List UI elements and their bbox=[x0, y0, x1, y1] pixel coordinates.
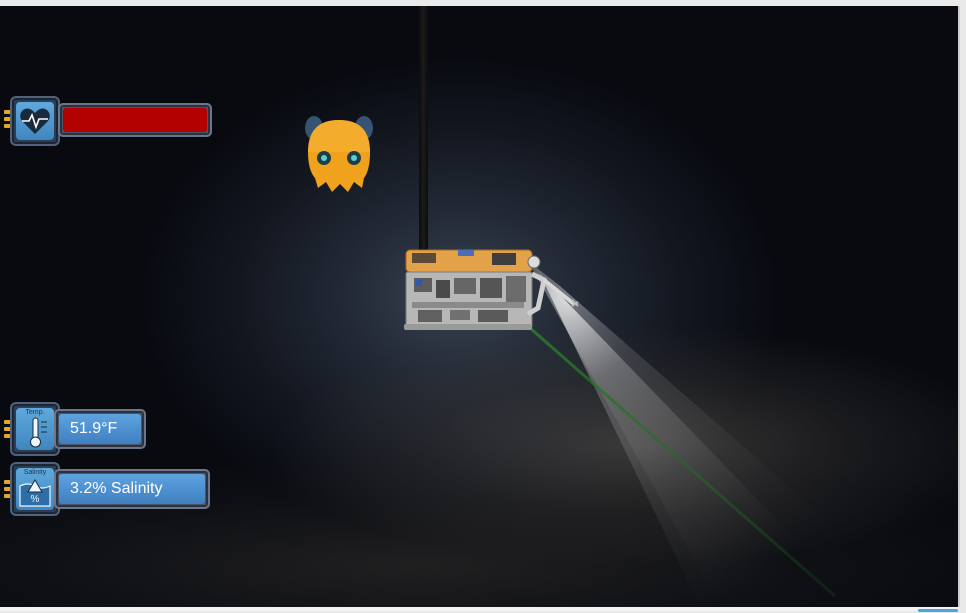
salinity-panel: 3.2% Salinity bbox=[54, 469, 210, 509]
health-bar bbox=[58, 103, 212, 137]
salinity-hud: Salinity % 3.2% Salinity bbox=[2, 462, 214, 516]
temperature-icon-caption: Temp. bbox=[25, 409, 45, 416]
window-bottom-edge bbox=[0, 607, 958, 611]
salinity-value: 3.2% Salinity bbox=[70, 480, 163, 497]
salinity-water-icon: Salinity % bbox=[10, 462, 60, 516]
corner-accent bbox=[918, 609, 958, 612]
temperature-panel: 51.9°F bbox=[54, 409, 146, 449]
rov-tether-cable bbox=[419, 6, 428, 252]
health-hud bbox=[2, 96, 212, 146]
temperature-hud: Temp. 51.9°F bbox=[2, 402, 152, 456]
temperature-value: 51.9°F bbox=[70, 420, 118, 437]
salinity-icon-caption: Salinity bbox=[23, 469, 47, 476]
heart-pulse-icon bbox=[10, 96, 60, 146]
rov-submersible[interactable] bbox=[404, 244, 584, 334]
thermometer-icon: Temp. bbox=[10, 402, 60, 456]
dumbo-octopus-creature[interactable] bbox=[302, 112, 378, 196]
health-bar-fill bbox=[63, 108, 207, 132]
salinity-percent-symbol: % bbox=[31, 494, 40, 505]
